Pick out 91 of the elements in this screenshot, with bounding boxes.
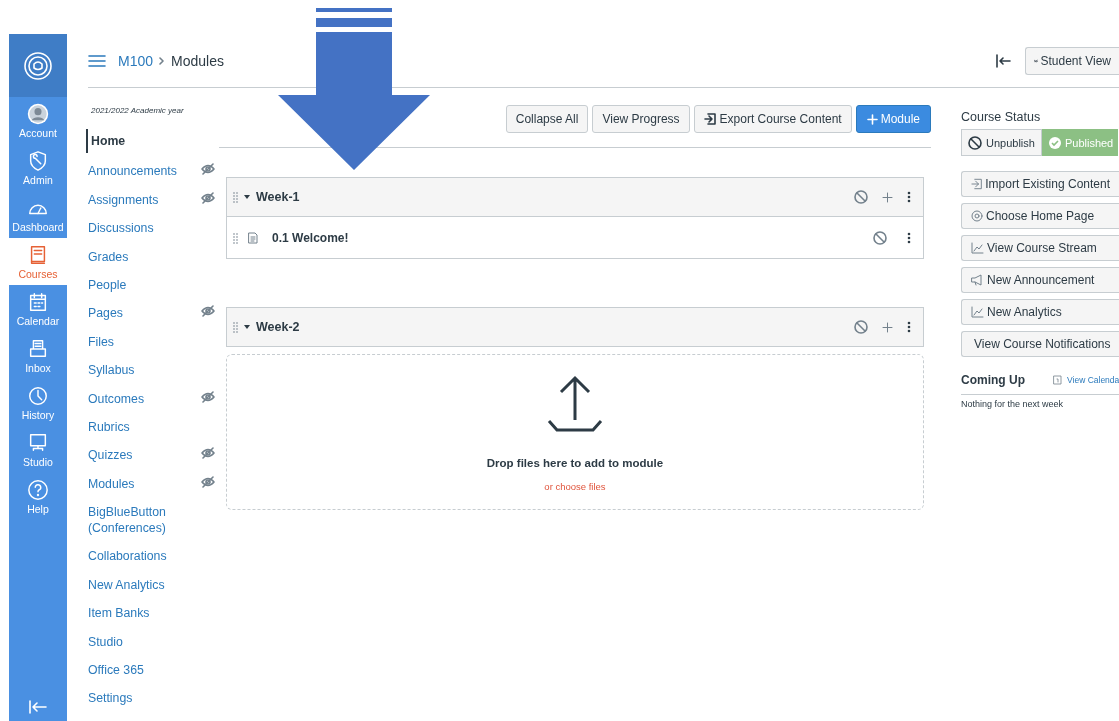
upload-icon	[547, 375, 603, 435]
student-view-button[interactable]: Student View	[1025, 46, 1119, 75]
hidden-eye-icon	[201, 390, 215, 403]
section-title: Course Status	[961, 110, 1042, 124]
breadcrumb-current: Modules	[171, 52, 224, 69]
empty-message: Nothing for the next week	[961, 399, 1065, 409]
choose-files-link[interactable]: or choose files	[544, 481, 606, 492]
collapse-icon	[28, 699, 48, 715]
sidebar-action-button[interactable]: Import Existing Content	[961, 171, 1119, 197]
course-nav-link[interactable]: Office 365	[88, 660, 174, 681]
hidden-eye-icon	[201, 191, 215, 204]
sidebar-action-button[interactable]: New Analytics	[961, 299, 1119, 325]
target-icon	[971, 210, 983, 222]
nav-item[interactable]: Inbox	[9, 332, 67, 379]
course-nav-link[interactable]: Home	[86, 129, 177, 153]
caret-icon[interactable]	[244, 195, 250, 199]
drag-handle-icon[interactable]	[233, 191, 238, 203]
course-nav-link[interactable]: People	[88, 274, 174, 295]
page-icon	[248, 231, 258, 244]
drop-text: Drop files here to add to module	[486, 457, 664, 469]
section-title: Coming Up	[961, 373, 1026, 387]
add-module-button[interactable]: Module	[855, 105, 931, 133]
nav-item[interactable]: Help	[9, 473, 67, 520]
drop-zone[interactable]: Drop files here to add to module or choose files	[226, 354, 924, 510]
course-nav-link[interactable]: Pages	[88, 303, 174, 324]
status-toggle[interactable]: Unpublish	[961, 129, 1042, 156]
plus-icon	[882, 321, 893, 333]
check-circle-icon	[1048, 136, 1061, 149]
term-label: 2021/2022 Academic year	[91, 106, 185, 115]
nav-item[interactable]: Account	[9, 97, 67, 144]
course-nav-link[interactable]: New Analytics	[88, 574, 174, 595]
toolbar-button[interactable]: Export Course Content	[693, 105, 852, 133]
import-icon	[971, 178, 983, 190]
breadcrumb-link[interactable]: M100	[118, 52, 154, 69]
clock-icon	[26, 385, 50, 407]
chart-icon	[971, 242, 984, 254]
unpublished-icon	[854, 190, 868, 204]
hidden-eye-icon	[201, 475, 215, 488]
sidebar-action-button[interactable]: New Announcement	[961, 267, 1119, 293]
plus-icon	[866, 113, 878, 125]
course-nav-link[interactable]: Syllabus	[88, 360, 174, 381]
more-icon[interactable]	[907, 191, 911, 203]
toolbar-button[interactable]: Collapse All	[505, 105, 589, 133]
nav-item[interactable]: History	[9, 379, 67, 426]
course-nav-link[interactable]: Grades	[88, 246, 174, 267]
hidden-eye-icon	[201, 305, 215, 318]
ban-icon	[968, 135, 982, 150]
hidden-eye-icon	[201, 163, 215, 176]
sidebar-action-button[interactable]: View Course Stream	[961, 235, 1119, 261]
sidebar-action-button[interactable]: View Course Notifications	[961, 331, 1119, 357]
course-nav-link[interactable]: Modules	[88, 473, 174, 494]
calendar-icon	[1053, 375, 1062, 385]
sidebar-action-button[interactable]: Choose Home Page	[961, 203, 1119, 229]
course-nav-link[interactable]: Settings	[88, 688, 174, 709]
nav-item[interactable]: Studio	[9, 426, 67, 473]
course-nav-link[interactable]: Rubrics	[88, 416, 174, 437]
nav-item[interactable]: Courses	[9, 238, 67, 285]
drag-handle-icon[interactable]	[233, 231, 238, 244]
nav-item[interactable]: Calendar	[9, 285, 67, 332]
collapse-icon	[995, 53, 1011, 68]
toolbar-button[interactable]: View Progress	[592, 105, 690, 133]
course-nav-link[interactable]: Item Banks	[88, 603, 174, 624]
view-calendar-link[interactable]: View Calenda	[1053, 375, 1119, 385]
course-nav-link[interactable]: Collaborations	[88, 546, 174, 567]
course-nav-link[interactable]: Assignments	[88, 189, 174, 210]
plus-icon	[882, 191, 893, 203]
drag-handle-icon[interactable]	[233, 321, 238, 333]
hidden-eye-icon	[201, 447, 215, 460]
unpublished-icon	[854, 320, 868, 334]
megaphone-icon	[971, 274, 984, 286]
chart-icon	[971, 306, 984, 318]
menu-icon	[88, 53, 106, 68]
item-title[interactable]: 0.1 Welcome!	[272, 230, 349, 245]
module-title: Week-2	[256, 320, 300, 334]
course-nav-link[interactable]: Quizzes	[88, 445, 174, 466]
course-nav-link[interactable]: Files	[88, 331, 174, 352]
more-icon[interactable]	[907, 231, 911, 244]
chevron-icon	[159, 56, 166, 65]
course-nav-link[interactable]: BigBlueButton (Conferences)	[88, 502, 174, 539]
course-nav-link[interactable]: Outcomes	[88, 388, 174, 409]
course-nav-link[interactable]: Discussions	[88, 218, 174, 239]
course-nav-link[interactable]: Studio	[88, 631, 174, 652]
nav-item[interactable]: Admin	[9, 144, 67, 191]
more-icon[interactable]	[907, 321, 911, 333]
module-title: Week-1	[256, 190, 300, 204]
help-icon	[26, 479, 50, 501]
nav-item[interactable]: Dashboard	[9, 191, 67, 238]
export-icon	[703, 113, 717, 125]
seal-logo-icon	[23, 50, 53, 81]
unpublished-icon	[873, 230, 887, 245]
caret-icon[interactable]	[244, 325, 250, 329]
